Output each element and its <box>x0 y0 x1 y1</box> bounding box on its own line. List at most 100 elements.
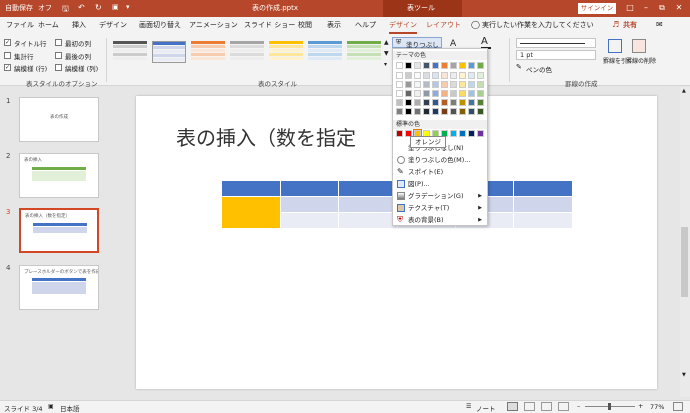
theme-color-swatch[interactable] <box>396 81 403 88</box>
theme-color-swatch[interactable] <box>450 81 457 88</box>
theme-color-swatch[interactable] <box>477 99 484 106</box>
tab-table-design[interactable]: デザイン <box>389 20 417 34</box>
gradient-item[interactable]: グラデーション(G) ▶ <box>393 190 488 202</box>
theme-color-swatch[interactable] <box>450 99 457 106</box>
tell-me-search[interactable]: 実行したい作業を入力してください <box>482 20 594 30</box>
theme-color-swatch[interactable] <box>468 72 475 79</box>
pen-style-select[interactable] <box>516 38 596 48</box>
last-column-checkbox[interactable] <box>55 52 62 59</box>
scrollbar-thumb[interactable] <box>681 227 688 297</box>
theme-color-swatch[interactable] <box>414 81 421 88</box>
tab-home[interactable]: ホーム <box>38 20 59 30</box>
first-column-checkbox[interactable] <box>55 39 62 46</box>
standard-color-swatch[interactable] <box>396 130 403 137</box>
tab-file[interactable]: ファイル <box>6 20 34 30</box>
redo-icon[interactable]: ↻ <box>95 3 102 12</box>
slide-title[interactable]: 表の挿入（数を指定 <box>176 122 356 151</box>
table-style-swatch[interactable] <box>347 41 381 63</box>
tab-transitions[interactable]: 画面切り替え <box>139 20 181 30</box>
save-icon[interactable]: 🖫 <box>62 3 69 17</box>
theme-color-swatch[interactable] <box>432 99 439 106</box>
customize-qat-icon[interactable]: ▾ <box>126 3 130 11</box>
shading-button[interactable]: ⛨ 塗りつぶし <box>392 37 442 49</box>
banded-rows-checkbox[interactable]: ✓ <box>4 64 11 71</box>
standard-color-swatch[interactable] <box>459 130 466 137</box>
theme-color-swatch[interactable] <box>414 62 421 69</box>
reading-view-icon[interactable] <box>541 402 552 411</box>
theme-color-swatch[interactable] <box>468 99 475 106</box>
theme-color-swatch[interactable] <box>459 81 466 88</box>
eraser-icon[interactable] <box>632 39 646 53</box>
close-icon[interactable]: ✕ <box>673 3 685 13</box>
theme-color-swatch[interactable] <box>396 108 403 115</box>
fit-to-window-icon[interactable] <box>673 402 683 411</box>
theme-color-swatch[interactable] <box>459 72 466 79</box>
draw-table-icon[interactable] <box>608 39 622 53</box>
table-style-swatch[interactable] <box>230 41 264 63</box>
theme-color-swatch[interactable] <box>405 90 412 97</box>
theme-color-swatch[interactable] <box>432 90 439 97</box>
theme-color-swatch[interactable] <box>396 99 403 106</box>
theme-color-swatch[interactable] <box>423 90 430 97</box>
theme-color-swatch[interactable] <box>423 62 430 69</box>
comments-icon[interactable]: ✉ <box>656 20 663 29</box>
picture-fill-item[interactable]: 図(P)... <box>393 178 488 190</box>
ribbon-display-options-icon[interactable]: □ <box>624 3 636 13</box>
theme-color-swatch[interactable] <box>414 90 421 97</box>
theme-color-swatch[interactable] <box>405 72 412 79</box>
tab-animations[interactable]: アニメーション <box>189 20 238 30</box>
slide-thumbnail-3[interactable]: 表の挿入（数を指定） <box>19 208 99 253</box>
pen-weight-select[interactable]: 1 pt <box>516 50 596 60</box>
theme-color-swatch[interactable] <box>423 81 430 88</box>
zoom-out-icon[interactable]: – <box>577 402 580 410</box>
slide-sorter-icon[interactable] <box>524 402 535 411</box>
gallery-scroll-down-icon[interactable]: ▼ <box>384 50 389 57</box>
theme-color-swatch[interactable] <box>441 81 448 88</box>
theme-color-swatch[interactable] <box>405 81 412 88</box>
theme-color-swatch[interactable] <box>468 62 475 69</box>
start-from-beginning-icon[interactable]: ▣ <box>112 3 119 11</box>
standard-color-swatch[interactable] <box>477 130 484 137</box>
theme-color-swatch[interactable] <box>441 108 448 115</box>
eyedropper-item[interactable]: ✎ スポイト(E) <box>393 166 488 178</box>
pen-color-label[interactable]: ペンの色 <box>526 64 552 74</box>
theme-color-swatch[interactable] <box>423 99 430 106</box>
pen-color-icon[interactable]: ✎ <box>516 63 522 71</box>
tab-slideshow[interactable]: スライド ショー <box>244 20 295 30</box>
normal-view-icon[interactable] <box>507 402 518 411</box>
theme-color-swatch[interactable] <box>459 90 466 97</box>
tab-design[interactable]: デザイン <box>99 20 127 30</box>
table-style-swatch[interactable] <box>308 41 342 63</box>
notes-icon[interactable]: ☰ <box>466 403 471 410</box>
theme-color-swatch[interactable] <box>432 81 439 88</box>
standard-color-swatch[interactable] <box>450 130 457 137</box>
theme-color-swatch[interactable] <box>450 62 457 69</box>
theme-color-swatch[interactable] <box>396 62 403 69</box>
maximize-icon[interactable]: ⧉ <box>656 3 668 13</box>
zoom-level[interactable]: 77% <box>650 403 664 411</box>
table-style-swatch[interactable] <box>269 41 303 63</box>
theme-color-swatch[interactable] <box>441 72 448 79</box>
tab-table-layout[interactable]: レイアウト <box>426 20 461 30</box>
vertical-scrollbar[interactable]: ▲ ▼ <box>680 87 690 397</box>
texture-item[interactable]: テクスチャ(T) ▶ <box>393 202 488 214</box>
theme-color-swatch[interactable] <box>477 62 484 69</box>
table-style-swatch[interactable] <box>191 41 225 63</box>
theme-color-swatch[interactable] <box>459 99 466 106</box>
minimize-icon[interactable]: – <box>640 3 652 13</box>
theme-color-swatch[interactable] <box>414 99 421 106</box>
zoom-in-icon[interactable]: + <box>638 402 643 410</box>
theme-color-swatch[interactable] <box>468 90 475 97</box>
theme-color-swatch[interactable] <box>405 99 412 106</box>
slideshow-view-icon[interactable] <box>558 402 569 411</box>
table-cell-orange[interactable] <box>222 197 280 228</box>
gallery-scroll-up-icon[interactable]: ▲ <box>384 39 389 46</box>
tab-review[interactable]: 校閲 <box>298 20 312 30</box>
theme-color-swatch[interactable] <box>450 72 457 79</box>
standard-color-swatch[interactable] <box>468 130 475 137</box>
spellcheck-icon[interactable]: ▣ <box>48 403 54 410</box>
sign-in-button[interactable]: サインイン <box>578 3 616 14</box>
header-row-checkbox[interactable]: ✓ <box>4 39 11 46</box>
banded-columns-checkbox[interactable] <box>55 64 62 71</box>
table-style-swatch-selected[interactable] <box>152 41 186 63</box>
